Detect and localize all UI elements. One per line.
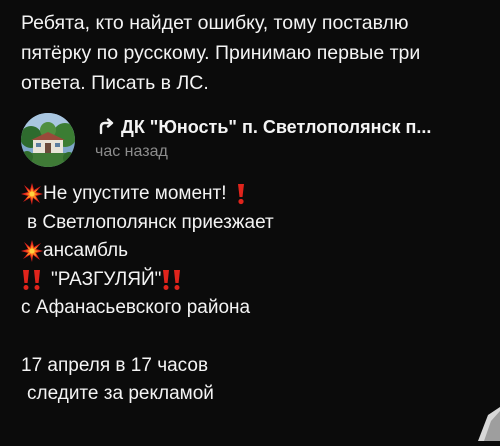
post-line: в Светлополянск приезжает [21,209,491,238]
group-avatar[interactable] [21,113,75,167]
post-header: ДК "Юность" п. Светлополянск п... час на… [21,113,491,167]
post-line: с Афанасьевского района [21,294,491,323]
corner-thumbnail [478,407,500,441]
double-exclamation-icon [21,269,43,291]
post-line-text: 17 апреля в 17 часов [21,354,209,376]
post-line-text: с Афанасьевского района [21,297,251,318]
collision-spark-icon [21,240,43,263]
intro-line: пятёрку по русскому. Принимаю первые три [21,42,421,64]
post-line-text: в Светлополянск приезжает [27,211,274,233]
post-line: ансамбль [21,237,491,266]
post-line: "РАЗГУЛЯЙ" [21,266,491,295]
post-line-text: следите за рекламой [27,383,214,404]
collision-spark-icon [21,183,43,206]
group-name-link[interactable]: ДК "Юность" п. Светлополянск п... [121,114,491,140]
post-line-text: Не упустите момент! [43,183,227,204]
post-line: следите за рекламой [21,380,491,409]
post-line: Не упустите момент! [21,180,491,209]
post-timestamp: час назад [95,143,168,160]
exclamation-icon [230,183,252,205]
intro-text: Ребята, кто найдет ошибку, тому поставлю… [21,8,491,98]
post-body: Не упустите момент! в Светлополянск прие… [21,180,491,409]
repost-arrow-icon [96,117,116,137]
intro-line: ответа. Писать в ЛС. [21,72,209,94]
double-exclamation-icon [161,269,183,291]
intro-line: Ребята, кто найдет ошибку, тому поставлю [21,12,409,34]
post-line: 17 апреля в 17 часов [21,352,491,381]
post-line-text: ансамбль [43,240,128,261]
post-line-text: "РАЗГУЛЯЙ" [51,268,162,290]
